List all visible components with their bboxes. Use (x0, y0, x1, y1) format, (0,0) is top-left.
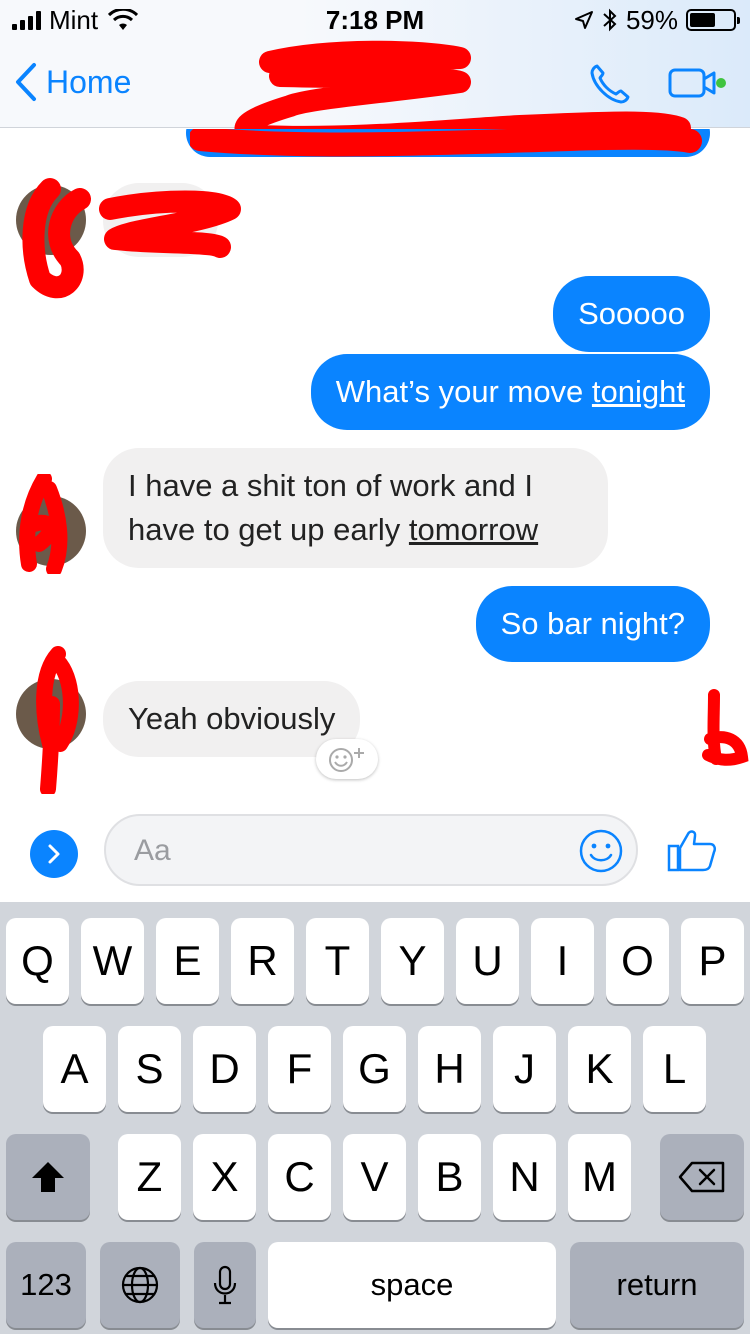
backspace-key[interactable] (660, 1134, 744, 1220)
space-key[interactable]: space (268, 1242, 556, 1328)
key-y[interactable]: Y (381, 918, 444, 1004)
battery-fill (690, 13, 715, 27)
emoji-button[interactable] (578, 828, 624, 879)
key-l[interactable]: L (643, 1026, 706, 1112)
phone-call-icon[interactable] (588, 62, 632, 106)
message-input-container (104, 814, 638, 886)
key-s[interactable]: S (118, 1026, 181, 1112)
key-o[interactable]: O (606, 918, 669, 1004)
key-p[interactable]: P (681, 918, 744, 1004)
status-bar: Mint 7:18 PM 59% (0, 0, 750, 40)
message-thread[interactable]: Sooooo What’s your move tonight I have a… (0, 129, 750, 809)
globe-key[interactable] (100, 1242, 180, 1328)
header-actions (588, 62, 726, 106)
key-u[interactable]: U (456, 918, 519, 1004)
key-a[interactable]: A (43, 1026, 106, 1112)
conversation-header: Home (0, 40, 750, 170)
shift-key[interactable] (6, 1134, 90, 1220)
keyboard: QWERTYUIOP ASDFGHJKL ZXCVBNM 123 space r… (0, 902, 750, 1334)
key-k[interactable]: K (568, 1026, 631, 1112)
video-call-icon[interactable] (668, 66, 726, 102)
message-link[interactable]: tomorrow (409, 512, 538, 547)
location-arrow-icon (574, 11, 593, 29)
smiley-icon (579, 829, 623, 873)
message-text: have to get up early (128, 512, 409, 547)
message-bubble-incoming[interactable] (103, 183, 218, 257)
key-w[interactable]: W (81, 918, 144, 1004)
key-x[interactable]: X (193, 1134, 256, 1220)
key-v[interactable]: V (343, 1134, 406, 1220)
contact-avatar[interactable] (16, 679, 86, 749)
chevron-left-icon (16, 63, 36, 101)
contact-avatar[interactable] (16, 185, 86, 255)
key-q[interactable]: Q (6, 918, 69, 1004)
bluetooth-icon (603, 8, 617, 32)
like-button[interactable] (666, 826, 718, 879)
key-n[interactable]: N (493, 1134, 556, 1220)
key-c[interactable]: C (268, 1134, 331, 1220)
message-bubble-incoming[interactable]: I have a shit ton of work and I have to … (103, 448, 608, 568)
key-b[interactable]: B (418, 1134, 481, 1220)
message-bubble-outgoing[interactable]: So bar night? (475, 586, 710, 662)
message-input[interactable] (134, 832, 554, 870)
return-key[interactable]: return (570, 1242, 744, 1328)
key-z[interactable]: Z (118, 1134, 181, 1220)
delete-icon (678, 1161, 725, 1193)
key-e[interactable]: E (156, 918, 219, 1004)
message-text: I have a shit ton of work and I (128, 468, 533, 503)
message-text: What’s your move (335, 374, 592, 409)
message-bubble-outgoing[interactable]: Sooooo (553, 276, 710, 352)
key-r[interactable]: R (231, 918, 294, 1004)
message-composer (0, 810, 750, 902)
key-g[interactable]: G (343, 1026, 406, 1112)
back-label: Home (46, 63, 132, 100)
microphone-icon (213, 1265, 237, 1305)
globe-icon (121, 1266, 159, 1304)
chevron-right-icon (48, 844, 60, 864)
numbers-key[interactable]: 123 (6, 1242, 86, 1328)
add-reaction-button[interactable] (316, 739, 378, 779)
conversation-info-banner[interactable] (186, 129, 710, 157)
message-link[interactable]: tonight (592, 374, 685, 409)
key-i[interactable]: I (531, 918, 594, 1004)
contact-avatar[interactable] (16, 496, 86, 566)
expand-actions-button[interactable] (30, 830, 78, 878)
key-d[interactable]: D (193, 1026, 256, 1112)
battery-icon (686, 9, 740, 31)
shift-arrow-icon (32, 1162, 64, 1192)
emoji-plus-icon (329, 748, 364, 772)
key-t[interactable]: T (306, 918, 369, 1004)
read-receipt-redacted (702, 689, 749, 766)
key-h[interactable]: H (418, 1026, 481, 1112)
battery-percent: 59% (625, 4, 678, 35)
dictation-key[interactable] (194, 1242, 256, 1328)
message-bubble-outgoing[interactable]: What’s your move tonight (310, 354, 710, 430)
thumbs-up-icon (667, 830, 717, 872)
key-f[interactable]: F (268, 1026, 331, 1112)
key-j[interactable]: J (493, 1026, 556, 1112)
back-button[interactable]: Home (14, 62, 131, 102)
key-m[interactable]: M (568, 1134, 631, 1220)
status-right: 59% (574, 4, 740, 35)
